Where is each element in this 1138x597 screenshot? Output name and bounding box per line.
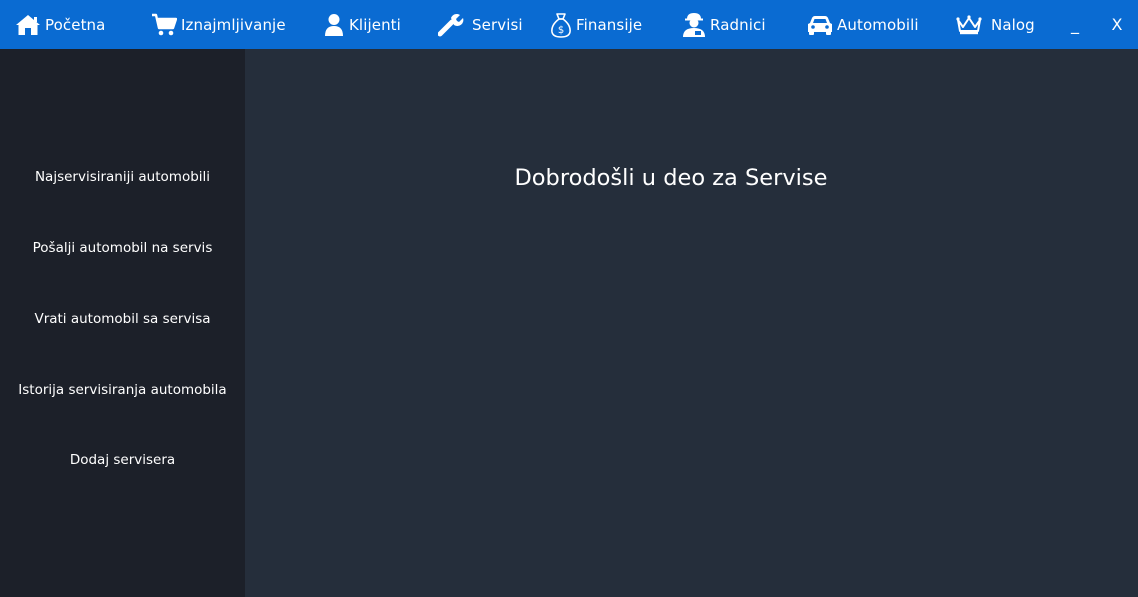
sidebar-item-vrati-sa-servisa[interactable]: Vrati automobil sa servisa	[0, 299, 245, 339]
sidebar-item-istorija-servisiranja[interactable]: Istorija servisiranja automobila	[0, 370, 245, 410]
nav-item-radnici[interactable]: Radnici	[682, 0, 766, 49]
nav-item-klijenti[interactable]: Klijenti	[323, 0, 401, 49]
nav-label: Radnici	[710, 15, 766, 34]
nav-item-nalog[interactable]: Nalog	[956, 0, 1035, 49]
welcome-heading: Dobrodošli u deo za Servise	[514, 165, 828, 191]
user-icon	[323, 13, 345, 37]
nav-item-iznajmljivanje[interactable]: Iznajmljivanje	[151, 0, 286, 49]
worker-icon	[682, 12, 706, 38]
nav-label: Početna	[45, 15, 106, 34]
svg-text:$: $	[558, 25, 564, 36]
nav-label: Automobili	[837, 15, 919, 34]
nav-item-servisi[interactable]: Servisi	[438, 0, 523, 49]
wrench-icon	[438, 12, 464, 38]
close-button[interactable]: X	[1108, 0, 1126, 49]
sidebar-item-posalji-na-servis[interactable]: Pošalji automobil na servis	[0, 228, 245, 268]
main-content: Dobrodošli u deo za Servise	[245, 49, 1138, 597]
nav-label: Iznajmljivanje	[181, 15, 286, 34]
top-nav-bar: Početna Iznajmljivanje Klijenti Servisi …	[0, 0, 1138, 49]
nav-label: Klijenti	[349, 15, 401, 34]
sidebar: Najservisiraniji automobili Pošalji auto…	[0, 49, 245, 597]
nav-item-pocetna[interactable]: Početna	[15, 0, 105, 49]
app-window: Početna Iznajmljivanje Klijenti Servisi …	[0, 0, 1138, 597]
cart-icon	[151, 13, 177, 37]
car-icon	[807, 14, 833, 36]
nav-label: Finansije	[576, 15, 643, 34]
sidebar-item-najservisiraniji[interactable]: Najservisiraniji automobili	[0, 157, 245, 197]
crown-icon	[956, 14, 982, 36]
nav-label: Servisi	[472, 15, 523, 34]
sidebar-item-dodaj-servisera[interactable]: Dodaj servisera	[0, 440, 245, 480]
minimize-button[interactable]: _	[1066, 0, 1084, 49]
money-bag-icon: $	[550, 12, 572, 38]
home-icon	[15, 14, 41, 36]
nav-item-automobili[interactable]: Automobili	[807, 0, 919, 49]
nav-item-finansije[interactable]: $ Finansije	[550, 0, 642, 49]
nav-label: Nalog	[991, 15, 1035, 34]
